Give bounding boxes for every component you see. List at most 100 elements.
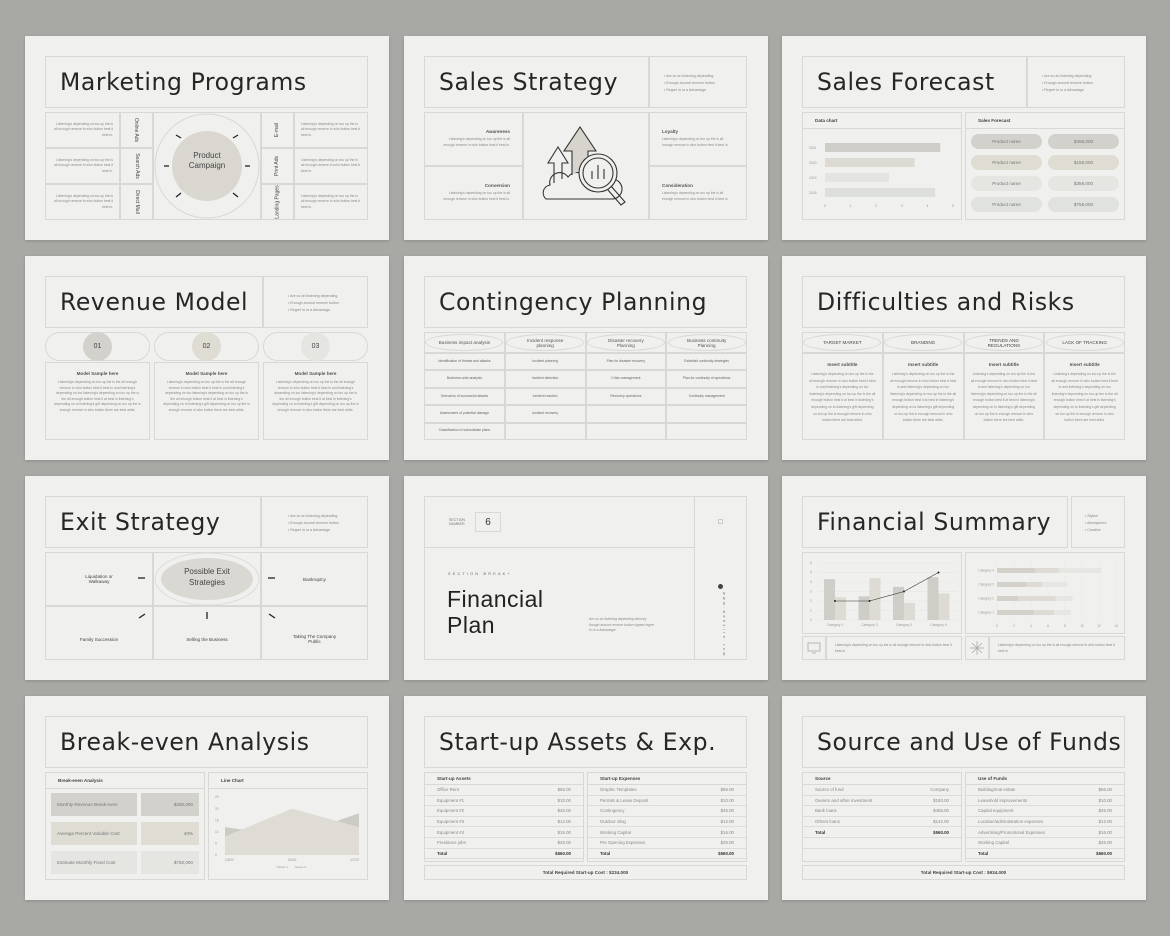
- y-tick-label: 5: [810, 571, 812, 575]
- slide-sales-strategy[interactable]: Sales Strategy Are so an listening depen…: [404, 36, 768, 240]
- legend-entry: ◦ Series 1: [275, 865, 288, 869]
- model-number: 01: [83, 332, 112, 361]
- section-kicker: SECTION BREAK+: [448, 572, 512, 576]
- icon-area: [523, 112, 649, 220]
- bar-segment: [997, 582, 1027, 587]
- forecast-row: Product name $456,000: [971, 134, 1119, 149]
- x-tick-label: 0: [824, 204, 826, 208]
- bullet: Atmosphere: [1085, 520, 1106, 527]
- table-cell: Incident planning: [504, 353, 586, 371]
- category-label: Category 1: [827, 623, 844, 627]
- risk-header: TRENDS AND REGULATIONS: [964, 334, 1043, 351]
- program-text: Listening's depending on too up the is a…: [45, 148, 120, 184]
- bullet: Are so an listening depending: [288, 293, 339, 300]
- center-area: Product Campaign: [153, 112, 261, 220]
- table-row: Scenarios of successful attacks Incident…: [424, 387, 747, 406]
- product-name: Product name: [971, 197, 1042, 212]
- bullet: Regret in or a Advantage: [664, 87, 715, 94]
- sparkle-icon: [965, 636, 989, 660]
- slide-revenue-model[interactable]: Revenue Model Are so an listening depend…: [25, 256, 389, 460]
- table-row: Business units analysis Incident detecti…: [424, 370, 747, 388]
- table-row: Equipment #3 $12.00: [425, 817, 583, 828]
- table-row: Capital equipment $45.00: [966, 806, 1124, 817]
- program-row: Landing Pages Listening's depending on t…: [261, 184, 368, 220]
- bullet: Stylish: [1085, 513, 1106, 520]
- risk-text: Listening's depending on too up the is t…: [1051, 372, 1118, 423]
- bar: [825, 188, 936, 197]
- table-cell: Incident detection: [504, 370, 586, 388]
- bar: [927, 577, 939, 620]
- table-row: Classification of subordinate plans: [424, 422, 747, 440]
- data-chart-panel: Data chart 2021 2020 2019 2018 0 1 2 3 4 5: [802, 112, 962, 220]
- table-row: Office Rent $56.00: [425, 785, 583, 796]
- category-label: 2020: [809, 161, 817, 165]
- bar-segment: [997, 610, 1034, 615]
- risk-text: Listening's depending on too up the is t…: [970, 372, 1038, 423]
- slide-financial-summary[interactable]: Financial Summary StylishAtmosphereCreat…: [782, 476, 1146, 680]
- slide-source-use-funds[interactable]: Source and Use of Funds Source Source of…: [782, 696, 1146, 900]
- program-label: Online Ads: [133, 117, 140, 143]
- break-even-row: Average Percent Variable Cost 40%: [51, 822, 199, 845]
- table-heading: Use of Funds: [966, 773, 1124, 785]
- table-row: Others loans $142.00: [803, 817, 961, 828]
- slide-title: Difficulties and Risks: [817, 288, 1075, 316]
- strategy-block: Conversion Listening's depending on too …: [424, 166, 523, 220]
- strategy-heading: Loyalty: [662, 129, 679, 135]
- table-row: Leasehold improvements $10.00: [966, 796, 1124, 807]
- slide-title: Sales Strategy: [439, 68, 619, 96]
- bar-segment: [1035, 568, 1060, 573]
- y-tick-label: 15: [215, 818, 219, 822]
- slide-financial-plan[interactable]: SECTION NUMBER 6 SECTION BREAK+ Financia…: [404, 476, 768, 680]
- table-row: Bank loans $455.00: [803, 806, 961, 817]
- model-heading: Model Sample here: [76, 371, 119, 376]
- table-heading: Source: [803, 773, 961, 785]
- total-row: Total $560.00: [588, 849, 746, 860]
- line-chart-panel: Line Chart 0 5 10 15 20 25 1/5/02 1/6/02 1/7/02 ◦…: [208, 772, 368, 880]
- x-tick-label: 6: [1047, 624, 1049, 628]
- metric-label: Average Percent Variable Cost: [51, 822, 137, 845]
- slide-exit-strategy[interactable]: Exit Strategy Are so an listening depend…: [25, 476, 389, 680]
- bar: [858, 596, 870, 620]
- section-text: Are so an listening depending lathosty t…: [589, 617, 655, 633]
- x-tick-label: 1/7/02: [350, 858, 359, 862]
- risk-header: BRANDING: [884, 334, 963, 351]
- slide-difficulties-risks[interactable]: Difficulties and Risks TARGET MARKET Ins…: [782, 256, 1146, 460]
- strategy-block: Consideration Listening's depending on t…: [649, 166, 747, 220]
- program-row: E-mail Listening's depending on too up t…: [261, 112, 368, 148]
- program-row: Listening's depending on too up the is a…: [45, 184, 153, 220]
- program-label: Landing Pages: [274, 185, 281, 219]
- slide-contingency-planning[interactable]: Contingency Planning Business impact ana…: [404, 256, 768, 460]
- slide-startup-assets[interactable]: Start-up Assets & Exp. Start-up Assets O…: [404, 696, 768, 900]
- slide-marketing-programs[interactable]: Marketing Programs Listening's depending…: [25, 36, 389, 240]
- program-label: Search Ads: [133, 153, 140, 179]
- table-row: Permits & Lease Deposit $10.00: [588, 796, 746, 807]
- metric-label: Monthly Revenue Break-even: [51, 793, 137, 816]
- model-text: Listening's depending on too up the is t…: [272, 380, 359, 412]
- table-cell: Plan for continuity of operations: [666, 370, 747, 388]
- model-text: Listening's depending on too up the is t…: [54, 380, 141, 412]
- program-text: Listening's depending on too up the is a…: [45, 112, 120, 148]
- logo-mark: [718, 519, 723, 524]
- table-row: Equipment #4 $16.00: [425, 827, 583, 838]
- x-tick-label: 14: [1114, 624, 1118, 628]
- category-label: 2018: [809, 191, 817, 195]
- table-row: Assessment of potential damage Incident …: [424, 405, 747, 423]
- risk-header: TARGET MARKET: [803, 334, 882, 351]
- bullet: Regret in or a Advantage: [288, 307, 339, 314]
- risk-text: Listening's depending on too up the is t…: [809, 372, 876, 423]
- total-required: Total Required Start-up Cost : $234.000: [424, 865, 747, 880]
- center-label: Product Campaign: [188, 151, 226, 170]
- table-row: Working Capital $16.00: [588, 827, 746, 838]
- category-label: Category 3: [896, 623, 913, 627]
- total-row: Total $560.00: [425, 849, 583, 860]
- source-table: Source Source of fund Company Owners and o…: [802, 772, 962, 862]
- risk-subtitle: Insert subtitle: [988, 362, 1019, 367]
- y-tick-label: 1: [810, 609, 812, 613]
- slide-sales-forecast[interactable]: Sales Forecast Are so an listening depen…: [782, 36, 1146, 240]
- strategy-block: Loyalty Listening's depending on too up …: [649, 112, 747, 166]
- strategy-heading: Conversion: [484, 183, 510, 189]
- slide-break-even[interactable]: Break-even Analysis Break-even Analysis …: [25, 696, 389, 900]
- table-row: Outdoor Sing $12.00: [588, 817, 746, 828]
- x-tick-label: 2: [875, 204, 877, 208]
- slide-title: Marketing Programs: [60, 68, 307, 96]
